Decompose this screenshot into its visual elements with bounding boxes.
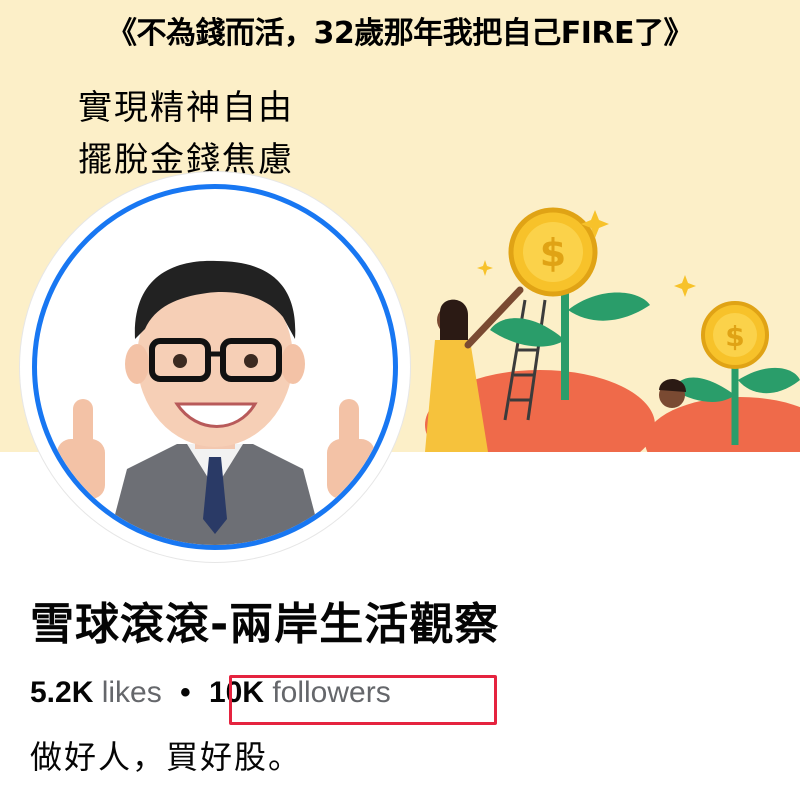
cartoon-avatar-illustration	[57, 260, 375, 545]
sparkle-icon	[674, 275, 696, 297]
stats-separator: •	[180, 676, 191, 709]
sparkle-icon	[477, 260, 493, 276]
leaf	[490, 318, 565, 347]
leaf	[568, 292, 650, 321]
cover-subtitle-line-1: 實現精神自由	[78, 88, 294, 128]
profile-picture[interactable]	[20, 172, 410, 562]
money-tree-illustration: $ $	[425, 207, 800, 452]
cover-title: 《不為錢而活，32歲那年我把自己FIRE了》	[107, 16, 694, 51]
svg-text:$: $	[725, 320, 744, 353]
page-name: 雪球滾滾-兩岸生活觀察	[30, 599, 500, 650]
person-body	[425, 340, 488, 452]
followers-highlight-box	[229, 675, 497, 725]
avatar	[32, 184, 398, 550]
leaf	[738, 367, 800, 394]
page-bio: 做好人，買好股。	[30, 738, 303, 776]
svg-text:$: $	[540, 231, 566, 275]
likes-count[interactable]: 5.2K	[30, 676, 93, 709]
likes-label[interactable]: likes	[102, 676, 162, 709]
